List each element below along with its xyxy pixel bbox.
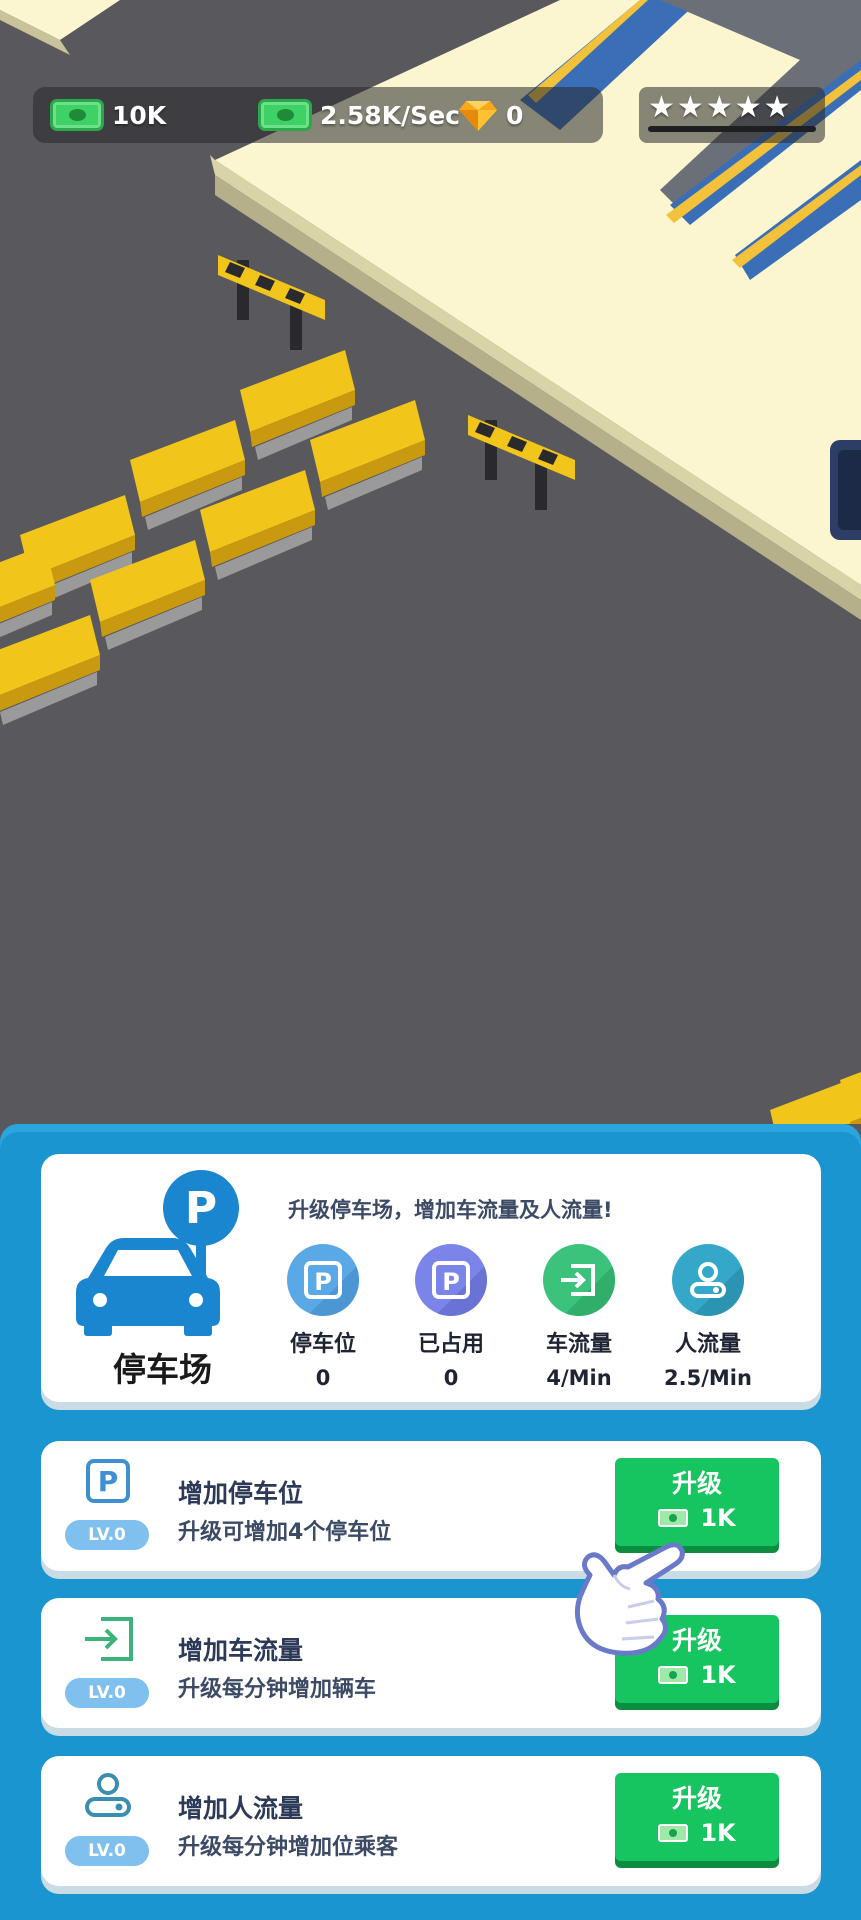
cash-value: 10K [112,100,167,130]
parking-car-icon: P [76,1170,239,1336]
stat-value: 4/Min [546,1366,612,1390]
stat-value: 2.5/Min [664,1366,752,1390]
stat-value: 0 [315,1366,331,1390]
upgrade-button-label: 升级 [671,1469,722,1498]
upgrade-title: 增加停车位 [178,1479,304,1508]
upgrade-description: 升级每分钟增加位乘客 [178,1835,399,1860]
cost-value: 1K [700,1819,736,1847]
svg-text:P: P [185,1183,217,1234]
stat-label: 已占用 [417,1332,484,1357]
income-rate: 2.58K/Sec [320,100,460,130]
stat-people-flow: 人流量 2.5/Min [648,1244,768,1390]
svg-text:P: P [98,1465,119,1498]
tutorial-hand-icon [574,1542,685,1656]
parking-icon: P [86,1459,130,1503]
gem-display: 0 [458,87,523,143]
gem-count: 0 [506,100,524,130]
money-icon [658,1666,689,1684]
parking-icon: P [287,1244,359,1316]
money-icon [50,99,104,131]
stat-label: 停车位 [289,1332,356,1357]
parking-occupied-icon: P [415,1244,487,1316]
cost-value: 1K [700,1504,736,1532]
car-flow-icon [543,1244,615,1316]
upgrade-button[interactable]: 升级 1K [615,1773,779,1861]
star-rating: ★ ★ ★ ★ ★ [648,86,791,130]
stat-value: 0 [443,1366,459,1390]
people-flow-icon [672,1244,744,1316]
star-icon: ★ [705,90,733,125]
diamond-icon [459,101,497,131]
upgrade-cost: 1K [615,1661,779,1689]
upgrade-title: 增加人流量 [178,1794,304,1823]
parking-description: 升级停车场，增加车流量及人流量! [288,1198,613,1222]
upgrade-description: 升级可增加4个停车位 [178,1520,392,1545]
stat-label: 人流量 [674,1332,741,1357]
upgrade-cost: 1K [615,1819,779,1847]
stat-occupied: P 已占用 0 [391,1244,511,1390]
cost-value: 1K [700,1661,736,1689]
money-icon [258,99,312,131]
upgrade-button-label: 升级 [671,1784,722,1813]
money-icon [658,1824,689,1842]
svg-text:P: P [442,1268,460,1296]
svg-text:P: P [314,1268,332,1296]
level-badge: LV.0 [65,1678,149,1708]
upgrade-cost: 1K [615,1504,779,1532]
level-badge: LV.0 [65,1520,149,1550]
stat-label: 车流量 [545,1332,612,1357]
parking-title: 停车场 [113,1350,212,1389]
person-icon [85,1773,131,1817]
income-display: 2.58K/Sec [258,87,460,143]
star-icon: ★ [734,90,762,125]
upgrade-title: 增加车流量 [178,1636,304,1665]
star-icon: ★ [648,90,675,125]
money-icon [658,1509,689,1527]
game-scene[interactable] [0,0,861,1124]
star-icon: ★ [763,90,791,125]
cash-display: 10K [50,87,166,143]
level-badge: LV.0 [65,1836,149,1866]
upgrade-button[interactable]: 升级 1K [615,1458,779,1546]
stat-parking-spaces: P 停车位 0 [263,1244,383,1390]
star-icon: ★ [676,90,704,125]
enter-icon [85,1617,133,1661]
upgrade-description: 升级每分钟增加辆车 [178,1677,377,1702]
rating-progress [648,126,816,132]
stat-car-flow: 车流量 4/Min [519,1244,639,1390]
